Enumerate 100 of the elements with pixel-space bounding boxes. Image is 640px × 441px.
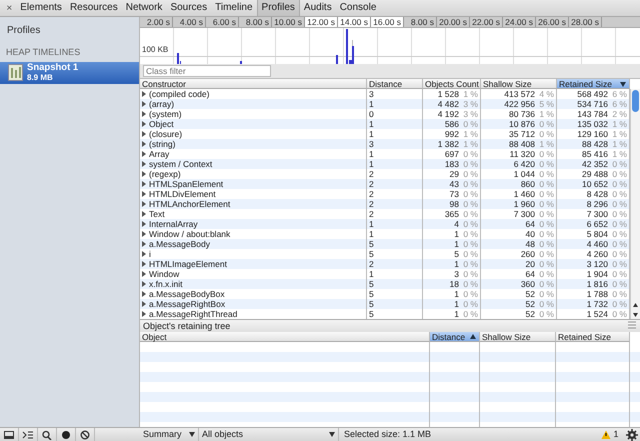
table-cell: 2 xyxy=(367,179,423,189)
time-tick: 24.00 s xyxy=(503,17,536,27)
tab[interactable]: Console xyxy=(336,0,380,16)
table-cell-text: 129 160 xyxy=(576,129,609,139)
table-cell-text: 1 xyxy=(453,239,460,249)
search-icon[interactable] xyxy=(41,430,53,440)
snapshot-item[interactable]: Snapshot 1 8.9 MB xyxy=(0,62,139,84)
time-tick: 20.00 s xyxy=(437,17,470,27)
constructor-name: x.fn.x.init xyxy=(149,279,183,289)
constructor-name: HTMLDivElement xyxy=(149,189,216,199)
constructor-name: (array) xyxy=(149,99,174,109)
tab[interactable]: Timeline xyxy=(211,0,257,16)
column-header[interactable]: Shallow Size xyxy=(480,332,556,342)
constructor-name: i xyxy=(149,249,151,259)
tab[interactable]: Sources xyxy=(166,0,212,16)
percent-text: 0 % xyxy=(537,199,557,209)
scrollbar[interactable] xyxy=(630,89,640,319)
tab[interactable]: Resources xyxy=(66,0,122,16)
percent-text: 0 % xyxy=(537,119,557,129)
time-tick: 16.00 s xyxy=(371,17,404,27)
clear-icon[interactable] xyxy=(79,430,91,440)
class-filter-field[interactable]: Class filter xyxy=(143,65,271,78)
table-cell-text: 4 xyxy=(453,219,460,229)
record-icon[interactable] xyxy=(60,430,72,440)
column-header[interactable]: Objects Count xyxy=(423,79,481,89)
column-header[interactable]: Distance xyxy=(430,332,480,342)
table-cell-text: 992 xyxy=(444,129,460,139)
selected-size-text: Selected size: 1.1 MB xyxy=(343,428,432,441)
percent-text: 0 % xyxy=(537,259,557,269)
percent-text: 0 % xyxy=(461,239,481,249)
constructor-name: Window xyxy=(149,269,180,279)
table-cell-text: 73 xyxy=(448,189,460,199)
percent-text: 0 % xyxy=(461,179,481,189)
percent-text: 0 % xyxy=(537,279,557,289)
percent-text: 0 % xyxy=(461,259,481,269)
table-cell: 2 xyxy=(367,259,423,269)
constructor-name: InternalArray xyxy=(149,219,198,229)
constructor-name: Window / about:blank xyxy=(149,229,230,239)
snapshot-name: Snapshot 1 xyxy=(27,63,78,73)
column-header[interactable]: Retained Size xyxy=(557,79,630,89)
tab[interactable]: Profiles xyxy=(256,0,300,16)
column-header[interactable]: Shallow Size xyxy=(481,79,557,89)
table-cell: 2 xyxy=(367,199,423,209)
table-cell-text: 1 xyxy=(453,309,460,319)
table-cell-text: 568 492 xyxy=(576,89,609,99)
table-cell-text: 1 816 xyxy=(586,279,609,289)
view-dropdown[interactable]: Summary xyxy=(140,428,199,441)
percent-text: 0 % xyxy=(537,219,557,229)
constructor-name: HTMLSpanElement xyxy=(149,179,224,189)
percent-text: 0 % xyxy=(461,219,481,229)
table-cell-text: 697 xyxy=(444,149,460,159)
table-cell-text: 1 xyxy=(453,299,460,309)
table-cell-text: 4 192 xyxy=(436,109,460,119)
constructor-name: Text xyxy=(149,209,165,219)
table-cell: 3 xyxy=(367,139,423,149)
constructor-name: system / Context xyxy=(149,159,212,169)
tab[interactable]: Audits xyxy=(300,0,336,16)
time-tick: 2.00 s xyxy=(140,17,173,27)
drag-handle-icon[interactable] xyxy=(627,320,637,330)
constructor-name: HTMLAnchorElement xyxy=(149,199,230,209)
filter-dropdown[interactable]: All objects xyxy=(199,428,339,441)
table-cell-text: 80 736 xyxy=(508,109,536,119)
constructor-name: (closure) xyxy=(149,129,182,139)
percent-text: 0 % xyxy=(537,159,557,169)
table-cell-text: 1 xyxy=(453,289,460,299)
table-cell-text: 1 788 xyxy=(586,289,609,299)
time-tick: 12.00 s xyxy=(305,17,338,27)
column-header[interactable]: Distance xyxy=(367,79,423,89)
constructor-name: HTMLImageElement xyxy=(149,259,227,269)
dock-icon[interactable] xyxy=(3,430,15,440)
table-cell-text: 52 xyxy=(524,299,536,309)
caret-icon xyxy=(189,432,195,437)
constructor-name: a.MessageBodyBox xyxy=(149,289,225,299)
table-cell-text: 8 296 xyxy=(586,199,609,209)
time-tick: 14.00 s xyxy=(338,17,371,27)
table-cell-text: 6 420 xyxy=(512,159,536,169)
table-cell-text: 365 xyxy=(444,209,460,219)
scrollbar-thumb[interactable] xyxy=(631,89,640,113)
constructor-name: a.MessageRightBox xyxy=(149,299,226,309)
warning-icon[interactable] xyxy=(601,430,612,439)
time-tick: 4.00 s xyxy=(173,17,206,27)
tab[interactable]: Network xyxy=(122,0,166,16)
column-header[interactable]: Retained Size xyxy=(556,332,630,342)
table-cell-text: 1 044 xyxy=(512,169,536,179)
table-cell-text: 1 732 xyxy=(586,299,609,309)
table-cell-text: 10 652 xyxy=(581,179,609,189)
column-header[interactable]: Object xyxy=(140,332,430,342)
table-cell: 5 xyxy=(367,239,423,249)
percent-text: 0 % xyxy=(537,299,557,309)
table-cell-text: 52 xyxy=(524,309,536,319)
column-header[interactable]: Constructor xyxy=(140,79,367,89)
scroll-arrows-icon[interactable] xyxy=(631,301,640,319)
warning-count[interactable]: 1 xyxy=(611,428,624,441)
table-cell: 5 xyxy=(367,279,423,289)
settings-icon[interactable] xyxy=(626,428,638,440)
table-cell-text: 11 320 xyxy=(508,149,536,159)
table-cell-text: 3 xyxy=(453,269,460,279)
console-icon[interactable] xyxy=(22,430,34,440)
close-button[interactable]: × xyxy=(2,0,16,16)
tab[interactable]: Elements xyxy=(16,0,66,16)
